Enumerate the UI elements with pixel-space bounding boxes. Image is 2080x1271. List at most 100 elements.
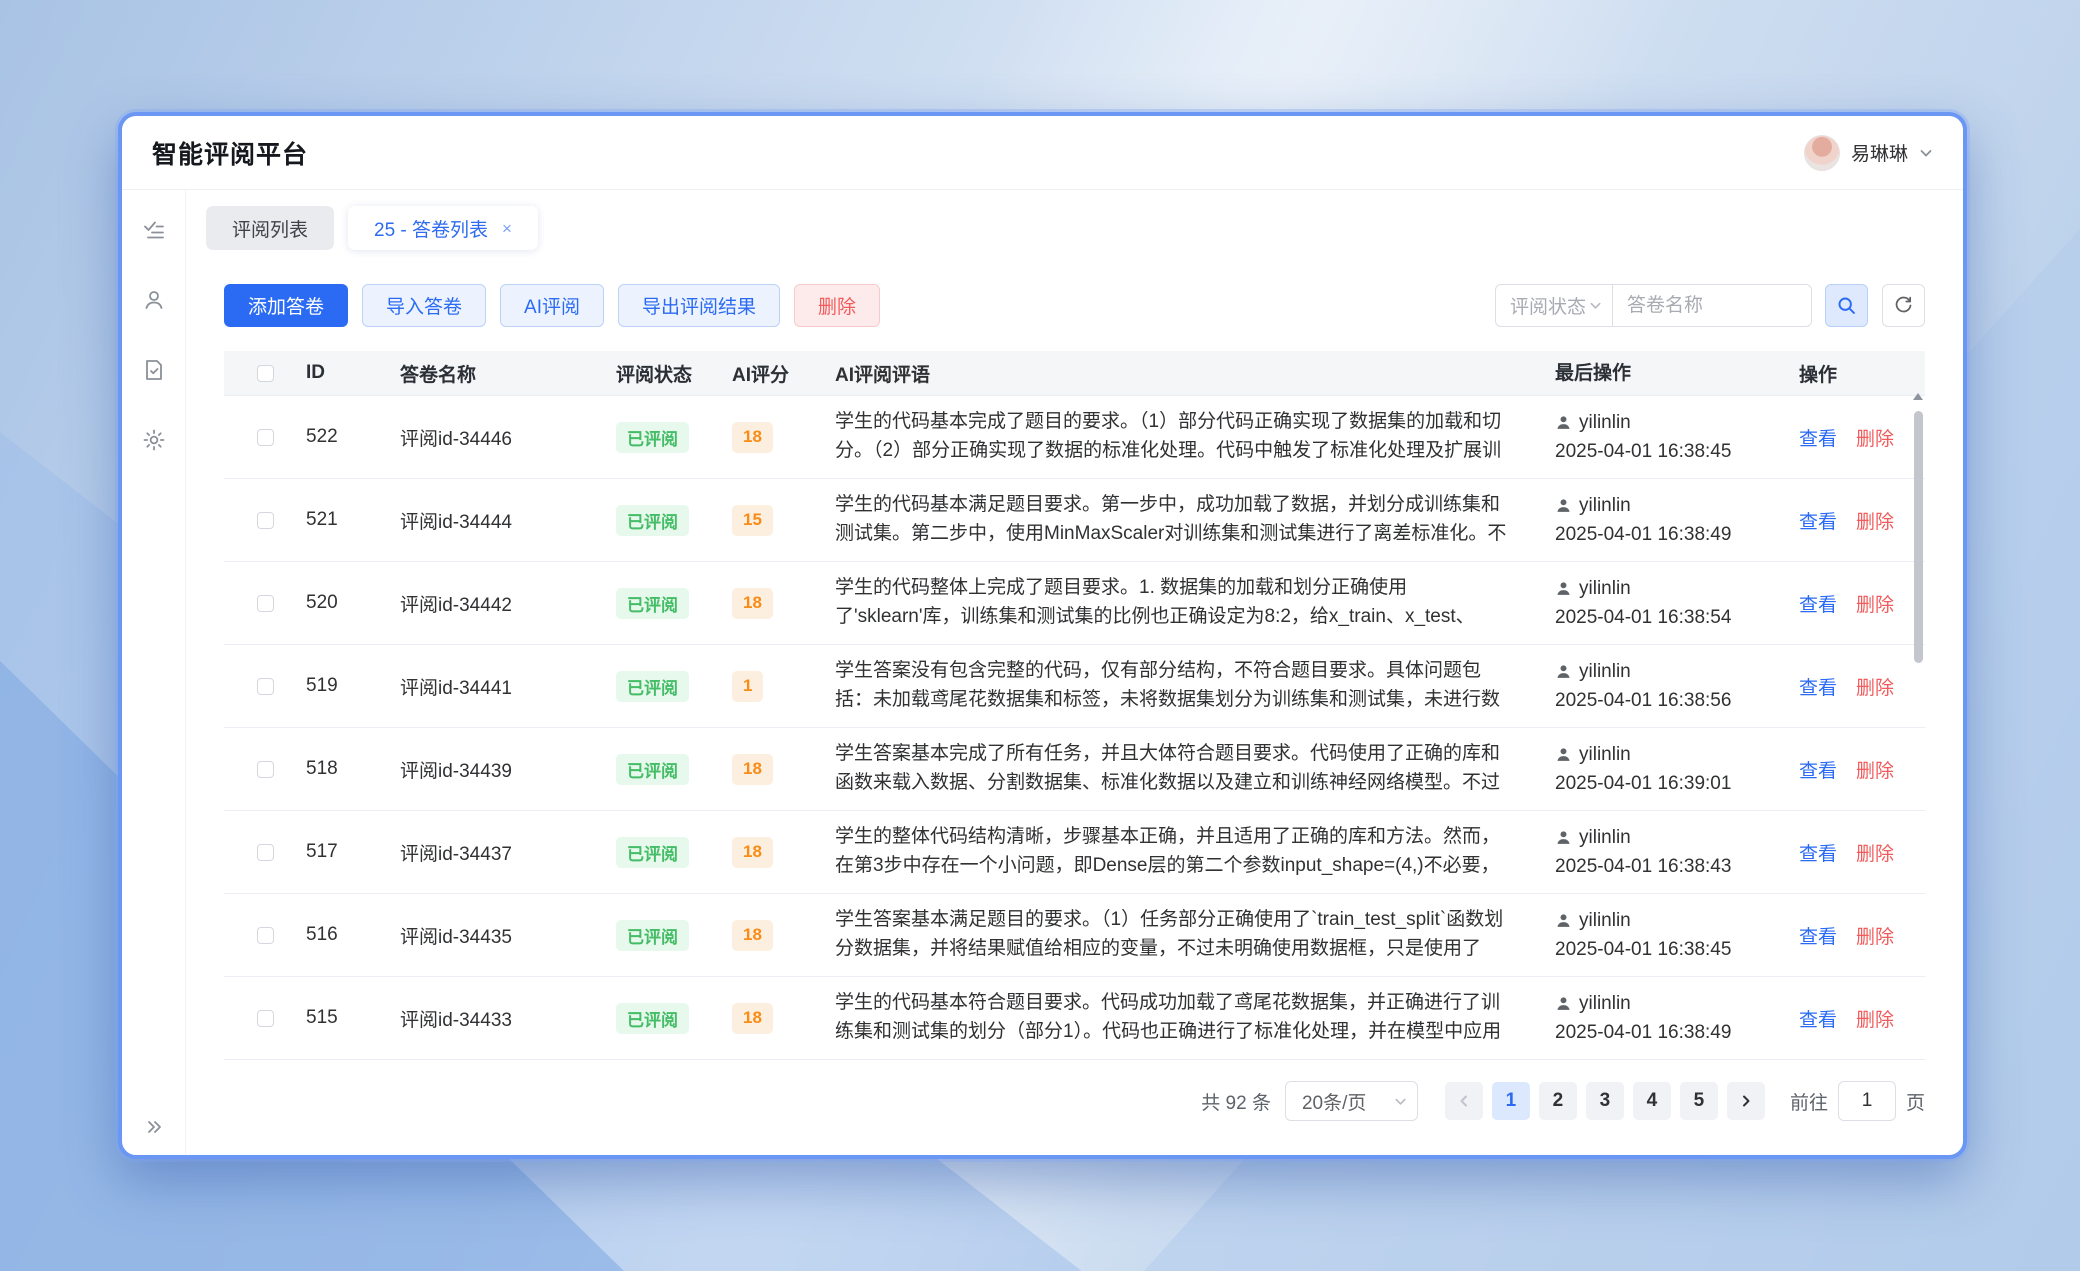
row-checkbox[interactable]	[257, 761, 274, 778]
row-checkbox[interactable]	[257, 927, 274, 944]
header-name: 答卷名称	[378, 360, 596, 387]
search-icon	[1836, 295, 1857, 316]
page-button-2[interactable]: 2	[1539, 1082, 1577, 1120]
row-comment: 学生答案基本完成了所有任务，并且大体符合题目要求。代码使用了正确的库和函数来载入…	[814, 739, 1543, 799]
toolbar: 添加答卷 导入答卷 AI评阅 导出评阅结果 删除 评阅状态	[224, 284, 1925, 327]
table-scrollbar[interactable]	[1914, 397, 1923, 1055]
row-checkbox[interactable]	[257, 512, 274, 529]
delete-link[interactable]: 删除	[1856, 756, 1894, 783]
view-link[interactable]: 查看	[1799, 922, 1837, 949]
page-button-4[interactable]: 4	[1633, 1082, 1671, 1120]
import-answer-button[interactable]: 导入答卷	[362, 284, 486, 327]
status-badge: 已评阅	[616, 505, 689, 536]
row-id: 520	[282, 592, 378, 614]
user-icon[interactable]	[142, 288, 166, 312]
status-badge: 已评阅	[616, 588, 689, 619]
avatar[interactable]	[1804, 135, 1840, 171]
ai-review-button[interactable]: AI评阅	[500, 284, 604, 327]
header-comment: AI评阅评语	[814, 360, 1543, 387]
delete-link[interactable]: 删除	[1856, 590, 1894, 617]
status-badge: 已评阅	[616, 754, 689, 785]
gear-icon[interactable]	[142, 428, 166, 452]
delete-link[interactable]: 删除	[1856, 424, 1894, 451]
score-badge: 18	[732, 422, 773, 453]
export-result-button[interactable]: 导出评阅结果	[618, 284, 780, 327]
row-id: 521	[282, 509, 378, 531]
row-last-op: yilinlin 2025-04-01 16:38:49	[1543, 989, 1775, 1047]
header-score: AI评分	[714, 360, 814, 387]
view-link[interactable]: 查看	[1799, 590, 1837, 617]
person-icon	[1555, 580, 1572, 597]
page-button-3[interactable]: 3	[1586, 1082, 1624, 1120]
scrollbar-up-arrow[interactable]	[1913, 393, 1923, 400]
view-link[interactable]: 查看	[1799, 839, 1837, 866]
answer-name-input[interactable]	[1612, 284, 1812, 327]
person-icon	[1555, 497, 1572, 514]
next-page-button[interactable]	[1727, 1082, 1765, 1120]
page-size-select[interactable]: 20条/页	[1285, 1081, 1418, 1121]
pagination: 共 92 条 20条/页 1 2 3 4 5	[224, 1081, 1925, 1121]
status-badge: 已评阅	[616, 920, 689, 951]
person-icon	[1555, 746, 1572, 763]
score-badge: 18	[732, 920, 773, 951]
row-last-op: yilinlin 2025-04-01 16:38:45	[1543, 408, 1775, 466]
prev-page-button[interactable]	[1445, 1082, 1483, 1120]
row-name: 评阅id-34439	[378, 756, 596, 783]
delete-link[interactable]: 删除	[1856, 922, 1894, 949]
document-check-icon[interactable]	[142, 358, 166, 382]
person-icon	[1555, 414, 1572, 431]
total-count: 共 92 条	[1201, 1088, 1271, 1115]
row-id: 515	[282, 1007, 378, 1029]
person-icon	[1555, 912, 1572, 929]
chevron-down-icon[interactable]	[1919, 146, 1933, 160]
user-menu[interactable]: 易琳琳	[1804, 135, 1933, 171]
row-id: 519	[282, 675, 378, 697]
scrollbar-thumb[interactable]	[1914, 411, 1923, 663]
header-action: 操作	[1775, 360, 1925, 387]
search-button[interactable]	[1825, 284, 1868, 327]
view-link[interactable]: 查看	[1799, 756, 1837, 783]
person-icon	[1555, 995, 1572, 1012]
view-link[interactable]: 查看	[1799, 1005, 1837, 1032]
app-header: 智能评阅平台 易琳琳	[122, 116, 1963, 190]
row-name: 评阅id-34441	[378, 673, 596, 700]
row-checkbox[interactable]	[257, 1010, 274, 1027]
row-comment: 学生的代码整体上完成了题目要求。1. 数据集的加载和划分正确使用了'sklear…	[814, 573, 1543, 633]
review-status-select[interactable]: 评阅状态	[1495, 284, 1613, 327]
tab-bar: 评阅列表 25 - 答卷列表 ×	[206, 206, 1925, 250]
close-icon[interactable]: ×	[502, 220, 512, 237]
view-link[interactable]: 查看	[1799, 424, 1837, 451]
row-last-op: yilinlin 2025-04-01 16:38:56	[1543, 657, 1775, 715]
tab-review-list[interactable]: 评阅列表	[206, 206, 334, 250]
chevron-right-icon	[1739, 1094, 1753, 1108]
status-badge: 已评阅	[616, 837, 689, 868]
row-checkbox[interactable]	[257, 844, 274, 861]
review-list-icon[interactable]	[142, 218, 166, 242]
row-checkbox[interactable]	[257, 595, 274, 612]
goto-page-input[interactable]	[1838, 1081, 1896, 1121]
user-name: 易琳琳	[1851, 139, 1908, 166]
delete-link[interactable]: 删除	[1856, 1005, 1894, 1032]
delete-button[interactable]: 删除	[794, 284, 880, 327]
header-id: ID	[282, 362, 378, 384]
page-button-1[interactable]: 1	[1492, 1082, 1530, 1120]
page-button-5[interactable]: 5	[1680, 1082, 1718, 1120]
table-header: ID 答卷名称 评阅状态 AI评分 AI评阅评语 最后操作 操作	[224, 351, 1925, 395]
view-link[interactable]: 查看	[1799, 507, 1837, 534]
row-checkbox[interactable]	[257, 429, 274, 446]
row-checkbox[interactable]	[257, 678, 274, 695]
row-id: 522	[282, 426, 378, 448]
delete-link[interactable]: 删除	[1856, 839, 1894, 866]
sidebar-expand-icon[interactable]	[144, 1117, 164, 1137]
tab-answer-list[interactable]: 25 - 答卷列表 ×	[348, 206, 538, 250]
score-badge: 1	[732, 671, 763, 702]
select-all-checkbox[interactable]	[257, 365, 274, 382]
score-badge: 18	[732, 588, 773, 619]
add-answer-button[interactable]: 添加答卷	[224, 284, 348, 327]
refresh-button[interactable]	[1882, 284, 1925, 327]
delete-link[interactable]: 删除	[1856, 673, 1894, 700]
row-name: 评阅id-34437	[378, 839, 596, 866]
view-link[interactable]: 查看	[1799, 673, 1837, 700]
answers-table: ID 答卷名称 评阅状态 AI评分 AI评阅评语 最后操作 操作 522 评阅i…	[224, 351, 1925, 1060]
delete-link[interactable]: 删除	[1856, 507, 1894, 534]
